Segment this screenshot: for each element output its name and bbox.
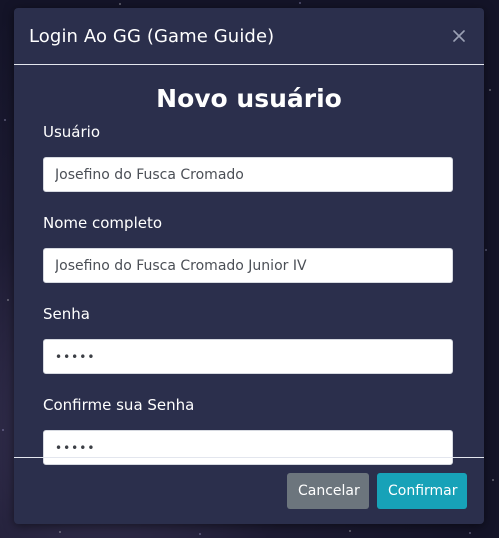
confirm-password-label: Confirme sua Senha <box>43 396 195 414</box>
fullname-label: Nome completo <box>43 214 163 232</box>
username-label: Usuário <box>43 123 101 141</box>
signup-modal: Login Ao GG (Game Guide) Novo usuário Us… <box>14 8 484 524</box>
cancel-button[interactable]: Cancelar <box>287 473 369 509</box>
form-heading: Novo usuário <box>156 84 342 113</box>
confirm-button[interactable]: Confirmar <box>377 473 467 509</box>
username-input[interactable] <box>43 157 453 192</box>
modal-body: Novo usuário Usuário Nome completo Senha… <box>14 84 484 465</box>
password-input[interactable] <box>43 339 453 374</box>
modal-header: Login Ao GG (Game Guide) <box>14 8 484 65</box>
modal-footer: Cancelar Confirmar <box>14 457 484 524</box>
close-icon[interactable] <box>450 27 468 45</box>
modal-title: Login Ao GG (Game Guide) <box>29 25 275 47</box>
fullname-input[interactable] <box>43 248 453 283</box>
password-label: Senha <box>43 305 90 323</box>
